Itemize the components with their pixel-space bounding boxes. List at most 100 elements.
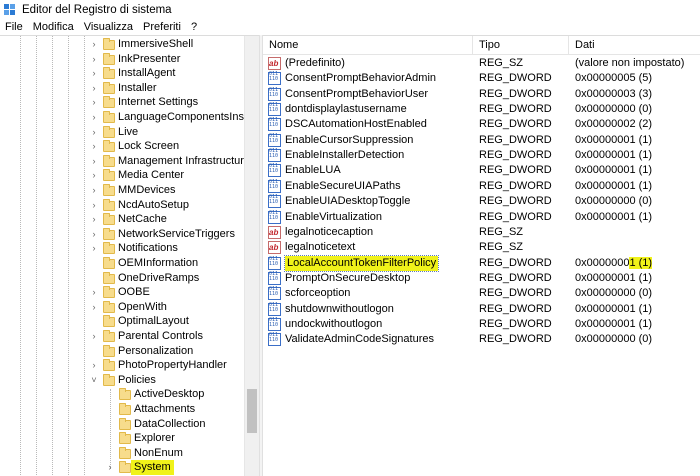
folder-icon bbox=[103, 154, 115, 167]
chevron-right-icon[interactable]: › bbox=[89, 198, 99, 213]
tree-item[interactable]: › Notifications bbox=[0, 241, 244, 256]
table-row[interactable]: LocalAccountTokenFilterPolicy REG_DWORD 0x… bbox=[263, 254, 700, 272]
value-type: REG_DWORD bbox=[479, 87, 552, 100]
chevron-right-icon[interactable]: › bbox=[89, 183, 99, 198]
table-row[interactable]: PromptOnSecureDesktop REG_DWORD 0x00000001… bbox=[263, 271, 700, 286]
tree-item[interactable]: › ImmersiveShell bbox=[0, 37, 244, 52]
tree-item[interactable]: › Management Infrastructure bbox=[0, 154, 250, 169]
chevron-right-icon[interactable]: › bbox=[89, 52, 99, 67]
table-row[interactable]: legalnoticecaption REG_SZ bbox=[263, 225, 700, 240]
table-row[interactable]: EnableInstallerDetection REG_DWORD 0x00000… bbox=[263, 148, 700, 163]
tree-item[interactable]: DataCollection bbox=[0, 417, 244, 432]
table-row[interactable]: EnableVirtualization REG_DWORD 0x00000001 … bbox=[263, 210, 700, 225]
folder-icon bbox=[103, 213, 115, 226]
tree-item[interactable]: Explorer bbox=[0, 431, 244, 446]
chevron-right-icon[interactable]: › bbox=[105, 460, 115, 475]
folder-icon bbox=[103, 300, 115, 313]
menu-preferiti[interactable]: Preferiti bbox=[138, 19, 186, 35]
table-row[interactable]: dontdisplaylastusername REG_DWORD 0x000000… bbox=[263, 102, 700, 117]
tree-item[interactable]: › Media Center bbox=[0, 168, 244, 183]
table-row[interactable]: ConsentPromptBehaviorAdmin REG_DWORD 0x000… bbox=[263, 71, 700, 86]
chevron-right-icon[interactable]: › bbox=[89, 168, 99, 183]
value-type: REG_DWORD bbox=[479, 302, 552, 315]
tree-item[interactable]: › PhotoPropertyHandler bbox=[0, 358, 244, 373]
chevron-right-icon[interactable]: › bbox=[89, 125, 99, 140]
menu-visualizza[interactable]: Visualizza bbox=[79, 19, 138, 35]
value-data: 0x00000000 (0) bbox=[575, 103, 653, 116]
tree-item[interactable]: Personalization bbox=[0, 344, 244, 359]
table-row[interactable]: undockwithoutlogon REG_DWORD 0x00000001 (1… bbox=[263, 317, 700, 332]
menu-help[interactable]: ? bbox=[186, 19, 202, 35]
chevron-right-icon[interactable]: › bbox=[89, 300, 99, 315]
value-type: REG_DWORD bbox=[479, 210, 552, 223]
table-row[interactable]: shutdownwithoutlogon REG_DWORD 0x00000001 … bbox=[263, 302, 700, 317]
chevron-right-icon[interactable]: › bbox=[89, 110, 99, 125]
tree-item[interactable]: › Lock Screen bbox=[0, 139, 244, 154]
value-data: 0x00000001 (1) bbox=[575, 133, 653, 146]
column-header-data[interactable]: Dati bbox=[569, 36, 700, 55]
chevron-right-icon[interactable]: › bbox=[89, 154, 99, 169]
string-value-icon bbox=[268, 240, 281, 255]
folder-icon bbox=[103, 227, 115, 240]
tree-item[interactable]: › Installer bbox=[0, 81, 244, 96]
folder-icon bbox=[119, 446, 131, 459]
tree-item[interactable]: NonEnum bbox=[0, 446, 244, 461]
chevron-right-icon[interactable]: › bbox=[89, 95, 99, 110]
chevron-right-icon[interactable]: › bbox=[89, 358, 99, 373]
tree-item[interactable]: › NetCache bbox=[0, 212, 244, 227]
tree-item[interactable]: Attachments bbox=[0, 402, 244, 417]
tree-scrollbar-thumb[interactable] bbox=[247, 389, 257, 433]
chevron-right-icon[interactable]: › bbox=[89, 227, 99, 242]
tree-item[interactable]: OptimalLayout bbox=[0, 314, 244, 329]
tree-item[interactable]: › Parental Controls bbox=[0, 329, 244, 344]
chevron-right-icon bbox=[105, 446, 115, 461]
menu-file[interactable]: File bbox=[0, 19, 28, 35]
values-list[interactable]: Nome Tipo Dati (Predefinito) REG_SZ (valor… bbox=[263, 35, 700, 476]
tree-item[interactable]: › NetworkServiceTriggers bbox=[0, 227, 244, 242]
tree-item[interactable]: › InstallAgent bbox=[0, 66, 244, 81]
tree-item-label: Media Center bbox=[118, 169, 185, 182]
chevron-right-icon[interactable]: › bbox=[89, 241, 99, 256]
tree-item[interactable]: › System bbox=[0, 460, 244, 476]
table-row[interactable]: EnableLUA REG_DWORD 0x00000001 (1) bbox=[263, 163, 700, 178]
chevron-right-icon[interactable]: › bbox=[89, 285, 99, 300]
tree-item[interactable]: › Live bbox=[0, 125, 244, 140]
value-data: 0x00000000 (0) bbox=[575, 333, 653, 346]
table-row[interactable]: scforceoption REG_DWORD 0x00000000 (0) bbox=[263, 286, 700, 301]
tree-scrollbar[interactable] bbox=[244, 36, 259, 476]
chevron-right-icon[interactable]: › bbox=[89, 66, 99, 81]
tree-item[interactable]: ˅ Policies bbox=[0, 373, 244, 388]
tree-item[interactable]: › LanguageComponentsInstaller bbox=[0, 110, 259, 125]
table-row[interactable]: EnableCursorSuppression REG_DWORD 0x000000… bbox=[263, 133, 700, 148]
value-name: EnableVirtualization bbox=[285, 210, 383, 223]
table-row[interactable]: legalnoticetext REG_SZ bbox=[263, 240, 700, 255]
table-row[interactable]: EnableUIADesktopToggle REG_DWORD 0x0000000… bbox=[263, 194, 700, 209]
chevron-right-icon[interactable]: › bbox=[89, 37, 99, 52]
table-row[interactable]: (Predefinito) REG_SZ (valore non impostato… bbox=[263, 56, 700, 71]
table-row[interactable]: EnableSecureUIAPaths REG_DWORD 0x00000001 … bbox=[263, 179, 700, 194]
table-row[interactable]: ValidateAdminCodeSignatures REG_DWORD 0x00… bbox=[263, 332, 700, 347]
tree-item[interactable]: ActiveDesktop bbox=[0, 387, 244, 402]
key-tree[interactable]: › ImmersiveShell › InkPresenter › InstallAgen… bbox=[0, 35, 259, 476]
menu-modifica[interactable]: Modifica bbox=[28, 19, 79, 35]
table-row[interactable]: ConsentPromptBehaviorUser REG_DWORD 0x0000… bbox=[263, 87, 700, 102]
tree-item[interactable]: › OpenWith bbox=[0, 300, 244, 315]
tree-item[interactable]: › InkPresenter bbox=[0, 52, 244, 67]
tree-item[interactable]: › OOBE bbox=[0, 285, 244, 300]
column-header-type[interactable]: Tipo bbox=[473, 36, 569, 55]
chevron-right-icon[interactable]: › bbox=[89, 329, 99, 344]
value-name: EnableUIADesktopToggle bbox=[285, 195, 411, 208]
table-row[interactable]: DSCAutomationHostEnabled REG_DWORD 0x00000… bbox=[263, 117, 700, 132]
tree-item[interactable]: › NcdAutoSetup bbox=[0, 198, 244, 213]
tree-item[interactable]: › Internet Settings bbox=[0, 95, 244, 110]
chevron-right-icon[interactable]: › bbox=[89, 139, 99, 154]
chevron-right-icon[interactable]: › bbox=[89, 212, 99, 227]
tree-item[interactable]: › MMDevices bbox=[0, 183, 244, 198]
folder-icon bbox=[103, 169, 115, 182]
tree-item-label: Personalization bbox=[118, 344, 194, 357]
column-header-name[interactable]: Nome bbox=[263, 36, 473, 55]
chevron-down-icon[interactable]: ˅ bbox=[89, 373, 99, 388]
chevron-right-icon[interactable]: › bbox=[89, 81, 99, 96]
tree-item[interactable]: OEMInformation bbox=[0, 256, 244, 271]
tree-item[interactable]: OneDriveRamps bbox=[0, 271, 244, 286]
